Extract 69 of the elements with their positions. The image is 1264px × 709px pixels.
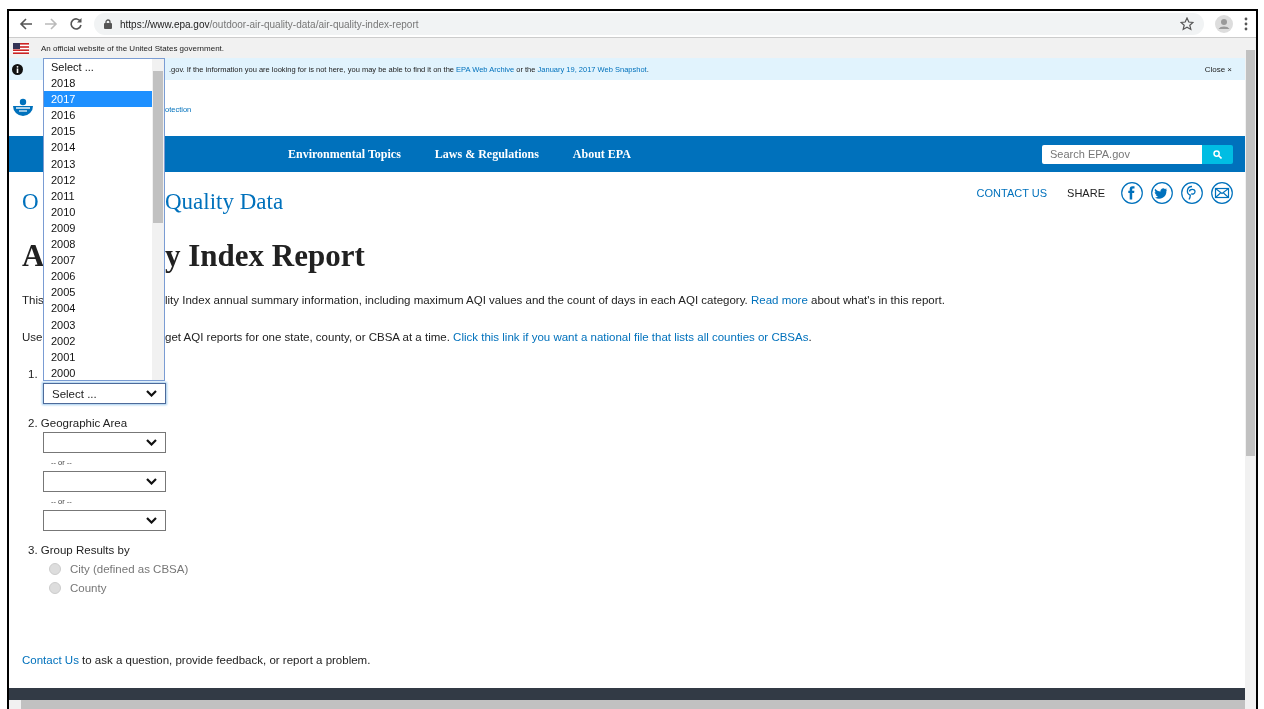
page-heading: y Index Report [165,237,366,275]
dropdown-option[interactable]: 2002 [44,332,152,349]
close-button[interactable]: Close × [1204,64,1232,74]
address-bar[interactable]: https://www.epa.gov/outdoor-air-quality-data/air-quality-index-report [94,13,1204,35]
page-heading: A [22,237,45,275]
lock-icon [104,19,112,29]
select-field[interactable]: Select ... [43,383,166,404]
banner-text: An official website of the United States government. [41,43,225,53]
step-label: 2. Geographic Area [27,416,128,431]
dropdown-option[interactable]: 2008 [44,236,152,253]
dropdown-option[interactable]: 2003 [44,316,152,333]
bird-icon[interactable] [1151,182,1173,204]
horizontal-scrollbar[interactable] [9,700,1245,709]
dropdown-option[interactable]: 2013 [44,155,152,172]
paragraph-text: get AQI reports for one state, county, or CBSA at a time. Click this link if you want a national file that lists all counties or CBSAs. [165,330,813,345]
dropdown-option[interactable]: 2007 [44,252,152,269]
text-link[interactable]: Contact Us [22,654,79,666]
search-button[interactable] [1202,144,1233,164]
dropdown-option[interactable]: 2006 [44,268,152,285]
dropdown-option[interactable]: 2001 [44,348,152,365]
dropdown-option[interactable]: Select ... [44,59,152,76]
step-label: 1. [27,367,38,382]
paragraph-text: Use [22,330,44,345]
logo-icon [13,97,33,119]
search-icon [1213,149,1222,159]
feedback-text: Contact Us to ask a question, provide feedback, or report a problem. [22,653,372,668]
radio-label: County [70,581,107,594]
select-field[interactable] [43,432,166,453]
info-icon [12,63,23,75]
radio-label: City (defined as CBSA) [70,562,189,575]
vertical-scrollbar[interactable] [1245,38,1256,709]
dropdown-option[interactable]: 2009 [44,219,152,237]
search-field[interactable]: Search EPA.gov [1042,144,1202,164]
step-label: 3. Group Results by [27,543,130,558]
select-field[interactable] [43,471,166,492]
back-icon[interactable] [19,17,33,31]
section-heading: O [22,189,40,215]
facebook-icon[interactable] [1121,182,1143,204]
paragraph-text: This [22,293,45,308]
profile-icon[interactable] [1215,15,1233,33]
nav-link[interactable]: Environmental Topics [288,146,401,162]
nav-link[interactable]: Laws & Regulations [434,146,539,162]
dropdown-option[interactable]: 2018 [44,75,152,92]
list-scrollbar[interactable] [152,59,164,380]
flag-icon [13,42,29,54]
section-heading: Quality Data [165,189,284,215]
reload-icon[interactable] [69,17,83,31]
dropdown-option[interactable]: 2010 [44,203,152,220]
menu-icon[interactable] [1244,17,1248,31]
chevron-down-icon [146,439,157,446]
chevron-down-icon [146,390,157,397]
select-field[interactable] [43,510,166,531]
dropdown-option[interactable]: 2004 [44,300,152,317]
nav-link[interactable]: About EPA [572,146,631,162]
paragraph-text: lity Index annual summary information, including maximum AQI values and the count of days in each AQI category. Read more about what's in this report. [165,293,946,308]
dropdown-option[interactable]: 2011 [44,187,152,204]
dropdown-option[interactable]: 2014 [44,139,152,156]
star-icon[interactable] [1180,17,1194,31]
dropdown-option[interactable]: 2015 [44,123,152,140]
dropdown-option[interactable]: 2012 [44,171,152,188]
text-link[interactable]: Read more [750,294,808,306]
chevron-down-icon [146,517,157,524]
contact-link[interactable]: CONTACT US [976,187,1048,199]
chevron-down-icon [146,478,157,485]
dropdown-option[interactable]: 2005 [44,284,152,301]
envelope-icon[interactable] [1211,182,1233,204]
dropdown-option[interactable]: 2000 [44,364,152,381]
dropdown-option[interactable]: 2016 [44,107,152,124]
share-label: SHARE [1067,187,1105,199]
